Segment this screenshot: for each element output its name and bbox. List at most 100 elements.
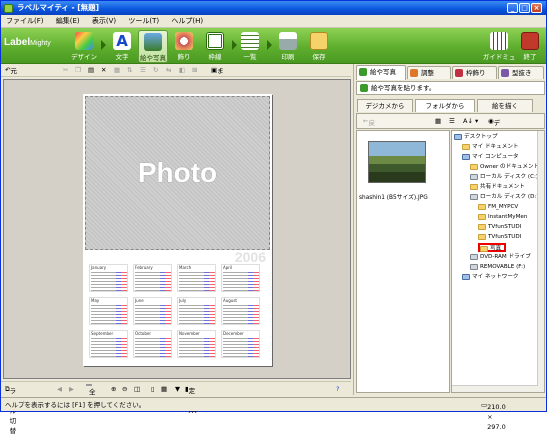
label-paper[interactable]: Photo 2006 January February March April May J… xyxy=(83,94,272,366)
copy-icon[interactable]: ❐ xyxy=(75,65,81,76)
align-icon[interactable]: ☰ xyxy=(140,65,146,76)
panel-hint: 絵や写真を貼ります。 xyxy=(356,81,545,95)
tree-item[interactable]: ローカル ディスク (C:) xyxy=(470,173,538,182)
calendar-days xyxy=(179,336,215,357)
lock-icon[interactable]: ⊠ xyxy=(192,65,197,76)
label-switch-button[interactable]: ⧉ ラベル切替 xyxy=(5,384,16,435)
paper-setting[interactable]: ▮ 定型 A4 xyxy=(185,384,197,415)
tree-item[interactable]: TVfunSTUDI xyxy=(478,223,521,232)
calendar-days xyxy=(223,336,259,357)
text-button[interactable]: A 文字 xyxy=(107,30,137,63)
flip-icon[interactable]: ⇆ xyxy=(166,65,171,76)
layer-icon[interactable]: ◧ xyxy=(179,65,185,76)
photo-thumbnail[interactable] xyxy=(368,141,426,183)
folder-icon xyxy=(478,204,486,210)
subtab-draw[interactable]: 絵を描く xyxy=(477,99,533,112)
maximize-button[interactable]: □ xyxy=(519,3,530,13)
delete-icon[interactable]: ✕ xyxy=(101,65,106,76)
image-button[interactable]: 絵や写真 xyxy=(138,30,168,63)
back-button[interactable]: ← 戻る xyxy=(363,116,375,137)
list-button[interactable]: 一覧 xyxy=(235,30,272,63)
tree-horizontal-scrollbar[interactable] xyxy=(452,385,538,392)
rotate-icon[interactable]: ↻ xyxy=(153,65,158,76)
guide-icon xyxy=(490,32,508,50)
group-icon[interactable]: ▦ xyxy=(114,65,120,76)
page-view-icon[interactable]: ▯ xyxy=(151,384,155,394)
tree-item-label: FM_MYPCV xyxy=(488,204,519,210)
status-help-text: ヘルプを表示するには [F1] を押してください。 xyxy=(5,401,146,409)
undo-button[interactable]: ↶ 元に戻す xyxy=(5,65,17,108)
window-title: ラベルマイティ - [無題] xyxy=(17,3,100,12)
settings-icon[interactable]: ▼ xyxy=(175,384,180,394)
tree-item[interactable]: デスクトップ xyxy=(454,133,498,142)
camera-button[interactable]: ◉ デジカメ xyxy=(488,116,500,157)
tab-adjust[interactable]: 調整 xyxy=(407,66,451,79)
photo-placeholder-label: Photo xyxy=(137,157,218,188)
tree-item[interactable]: ローカル ディスク (D:) xyxy=(470,193,538,202)
cut-icon[interactable]: ✂ xyxy=(63,65,68,76)
menu-help[interactable]: ヘルプ(H) xyxy=(166,15,208,28)
exit-button[interactable]: 終了 xyxy=(517,30,543,63)
tree-item[interactable]: InstantMyMen xyxy=(478,213,527,222)
grid-view-icon[interactable]: ▦ xyxy=(161,384,167,394)
zoom-out-icon[interactable]: ⊖ xyxy=(122,384,127,394)
tree-item-label: デスクトップ xyxy=(464,134,498,140)
photo-placeholder[interactable]: Photo xyxy=(85,96,270,250)
fit-icon[interactable]: ◫ xyxy=(134,384,140,394)
tab-image[interactable]: 絵や写真 xyxy=(356,65,406,80)
printer-icon xyxy=(279,32,297,50)
tree-item[interactable]: 共有ドキュメント xyxy=(470,183,525,192)
tree-item[interactable]: マイ ドキュメント xyxy=(462,143,519,152)
calendar-month: May xyxy=(89,297,128,325)
thumbnail-view-icon[interactable]: ▦ xyxy=(435,116,441,126)
print-button[interactable]: 印刷 xyxy=(273,30,303,63)
subtab-camera[interactable]: デジカメから xyxy=(357,99,413,112)
design-button[interactable]: デザイン xyxy=(69,30,106,63)
tab-cutout-label: 型抜き xyxy=(512,69,532,77)
tree-item[interactable]: Owner のドキュメント xyxy=(470,163,539,172)
tab-frame-decoration[interactable]: 枠飾り xyxy=(452,66,497,79)
tab-cutout[interactable]: 型抜き xyxy=(498,66,544,79)
app-icon xyxy=(4,4,13,13)
menu-edit[interactable]: 編集(E) xyxy=(51,15,85,28)
tree-item-selected[interactable]: 写真 xyxy=(478,243,507,252)
sort-button[interactable]: A↓ ▾ xyxy=(463,116,478,126)
design-canvas[interactable]: Photo 2006 January February March April May J… xyxy=(3,79,351,379)
prev-icon[interactable]: ◀ xyxy=(57,384,62,394)
minimize-button[interactable]: _ xyxy=(507,3,518,13)
frame-button[interactable]: 枠線 xyxy=(200,30,237,63)
frame-decoration-icon xyxy=(455,69,463,77)
frame-icon xyxy=(206,32,224,50)
batch-input-button[interactable]: ▣ まとめて入力 xyxy=(211,65,224,130)
close-button[interactable]: × xyxy=(531,3,542,13)
exit-label: 終了 xyxy=(523,53,537,61)
tab-image-label: 絵や写真 xyxy=(370,68,396,76)
tree-item[interactable]: DVD-RAM ドライブ xyxy=(470,253,531,262)
menu-file[interactable]: ファイル(F) xyxy=(1,15,49,28)
hint-text: 絵や写真を貼ります。 xyxy=(371,84,436,92)
calendar-days xyxy=(135,336,171,357)
next-icon[interactable]: ▶ xyxy=(69,384,74,394)
arrange-icon[interactable]: ⇅ xyxy=(127,65,132,76)
menu-tools[interactable]: ツール(T) xyxy=(123,15,164,28)
tree-item[interactable]: FM_MYPCV xyxy=(478,203,518,212)
zoom-in-icon[interactable]: ⊕ xyxy=(111,384,116,394)
tree-vertical-scrollbar[interactable] xyxy=(537,131,544,392)
tree-item[interactable]: TVfunSTUDI xyxy=(478,233,521,242)
decoration-icon xyxy=(175,32,193,50)
subtab-draw-label: 絵を描く xyxy=(492,102,518,110)
list-view-icon[interactable]: ☰ xyxy=(449,116,455,126)
guide-button[interactable]: ガイドミュー xyxy=(482,30,516,71)
zoom-full-button[interactable]: 全面 xyxy=(86,384,96,406)
tree-item[interactable]: REMOVABLE (F:) xyxy=(470,263,525,272)
menu-view[interactable]: 表示(V) xyxy=(87,15,121,28)
canvas-bottom-bar: ⧉ ラベル切替 ◀ ▶ 全面 ⊕ ⊖ ◫ ▯ ▦ ▼ ▮ 定型 A4 ? xyxy=(1,381,351,435)
calendar-months[interactable]: January February March April May June July Augu… xyxy=(89,264,266,364)
tree-item[interactable]: マイ コンピュータ xyxy=(462,153,519,162)
paste-icon[interactable]: ▤ xyxy=(88,65,94,76)
subtab-folder[interactable]: フォルダから xyxy=(415,99,475,112)
tree-item[interactable]: マイ ネットワーク xyxy=(462,273,519,282)
decoration-button[interactable]: 飾り xyxy=(169,30,199,63)
save-button[interactable]: 保存 xyxy=(304,30,334,63)
help-icon[interactable]: ? xyxy=(336,384,339,394)
